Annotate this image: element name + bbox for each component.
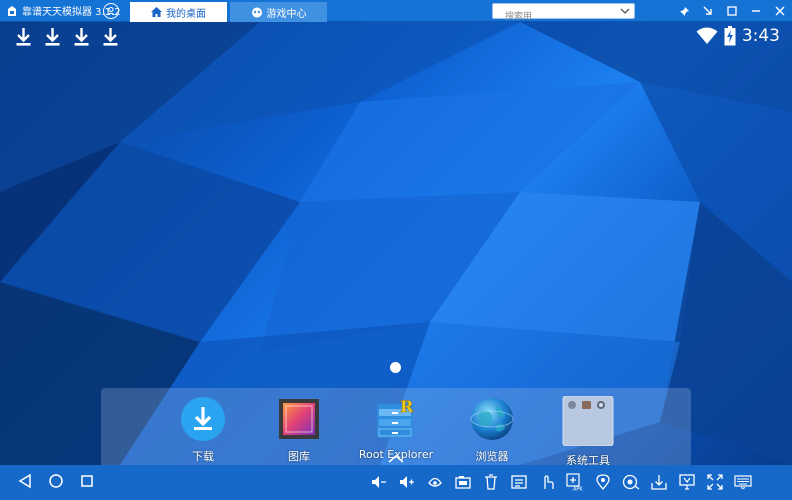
app-logo-icon — [8, 5, 16, 16]
battery-charging-icon — [724, 26, 736, 46]
home-icon — [151, 7, 162, 17]
record-icon — [622, 474, 640, 490]
download-tray-button[interactable] — [647, 471, 671, 493]
download-icon — [16, 28, 31, 46]
title-bar: 靠谱天天模拟器 3.1.2 我的桌面 游戏中心 — [0, 0, 792, 24]
download-app-icon — [180, 396, 226, 442]
android-nav-buttons — [18, 473, 94, 489]
close-icon — [775, 6, 785, 16]
system-tools-folder-icon — [562, 395, 614, 447]
app-label: 系统工具 — [566, 454, 610, 465]
screen-cast-icon — [679, 474, 695, 490]
chevron-down-icon[interactable] — [620, 6, 630, 16]
page-indicator — [390, 362, 401, 373]
touch-button[interactable] — [535, 471, 559, 493]
keyboard-mapping-icon — [511, 475, 527, 489]
gamepad-icon — [251, 7, 262, 17]
fullscreen-button[interactable] — [703, 471, 727, 493]
install-apk-icon: APK — [566, 473, 583, 492]
app-root-explorer[interactable]: R Root Explorer — [346, 396, 446, 461]
download-icon — [45, 28, 60, 46]
shrink-button[interactable] — [696, 0, 720, 22]
app-drawer-chevron-up-icon[interactable] — [388, 454, 404, 463]
close-button[interactable] — [768, 0, 792, 22]
keyboard-button[interactable] — [731, 471, 755, 493]
android-screen[interactable]: 3:43 下载 图库 R Root Explorer 浏览器 系统工具 — [0, 22, 792, 465]
location-button[interactable] — [591, 471, 615, 493]
svg-text:APK: APK — [573, 487, 583, 492]
emulator-tools: APK — [367, 471, 755, 493]
trash-icon — [485, 474, 497, 490]
browser-globe-icon — [469, 396, 515, 442]
app-folder-system-tools[interactable]: 系统工具 — [538, 395, 638, 465]
trash-button[interactable] — [479, 471, 503, 493]
location-icon — [596, 474, 610, 490]
recents-icon[interactable] — [80, 473, 94, 489]
app-label: 浏览器 — [475, 450, 509, 463]
pin-icon — [679, 6, 689, 16]
root-explorer-icon: R — [373, 396, 419, 442]
back-icon[interactable] — [18, 473, 32, 489]
screen-cast-button[interactable] — [675, 471, 699, 493]
window-controls — [672, 0, 792, 22]
volume-up-button[interactable] — [395, 471, 419, 493]
app-downloads[interactable]: 下载 — [153, 396, 253, 464]
volume-up-icon — [400, 476, 414, 488]
download-icon — [74, 28, 89, 46]
tab-my-desktop[interactable]: 我的桌面 — [130, 2, 227, 22]
gallery-icon — [276, 396, 322, 442]
shake-icon — [428, 477, 442, 487]
tab-label: 游戏中心 — [266, 8, 307, 20]
app-gallery[interactable]: 图库 — [249, 396, 349, 464]
clock: 3:43 — [741, 26, 780, 46]
fullscreen-icon — [707, 474, 723, 490]
shrink-icon — [703, 6, 712, 15]
bottom-toolbar: APK — [0, 465, 792, 500]
app-label: 下载 — [192, 450, 214, 463]
app-label: 图库 — [288, 450, 310, 463]
home-circle-icon[interactable] — [48, 473, 64, 489]
status-right: 3:43 — [696, 26, 780, 46]
notification-icons — [15, 27, 119, 47]
screenshot-button[interactable] — [451, 471, 475, 493]
maximize-button[interactable] — [720, 0, 744, 22]
download-tray-icon — [651, 475, 667, 490]
status-bar: 3:43 — [0, 22, 792, 54]
svg-text:R: R — [400, 397, 414, 416]
maximize-icon — [727, 6, 737, 16]
install-apk-button[interactable]: APK — [563, 471, 587, 493]
user-account-button[interactable] — [103, 3, 119, 19]
shake-button[interactable] — [423, 471, 447, 493]
tab-label: 我的桌面 — [166, 8, 206, 20]
record-button[interactable] — [619, 471, 643, 493]
minimize-button[interactable] — [744, 0, 768, 22]
wifi-icon — [696, 27, 718, 44]
app-browser[interactable]: 浏览器 — [442, 396, 542, 464]
search-box[interactable] — [492, 3, 635, 24]
pin-button[interactable] — [672, 0, 696, 22]
touch-icon — [544, 475, 554, 489]
volume-down-button[interactable] — [367, 471, 391, 493]
screenshot-icon — [455, 476, 471, 489]
download-icon — [103, 28, 118, 46]
keyboard-mapping-button[interactable] — [507, 471, 531, 493]
minimize-icon — [752, 10, 760, 12]
tab-game-center[interactable]: 游戏中心 — [230, 2, 327, 22]
user-icon — [107, 7, 115, 16]
volume-down-icon — [372, 476, 386, 488]
keyboard-icon — [734, 475, 752, 489]
